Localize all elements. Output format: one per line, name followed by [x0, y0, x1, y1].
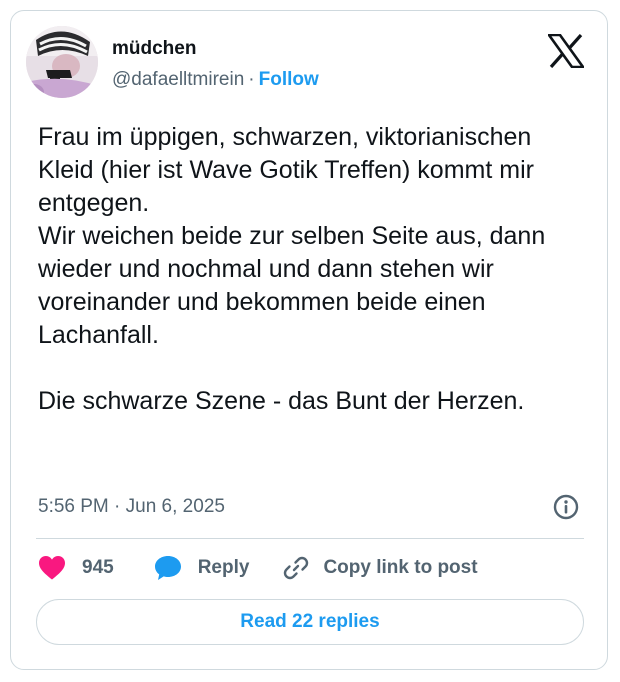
tweet-text: Frau im üppigen, schwarzen, viktorianisc…	[38, 123, 546, 415]
read-replies-label: Read 22 replies	[240, 611, 380, 632]
follow-button[interactable]: Follow	[259, 69, 319, 90]
like-button[interactable]: 945	[38, 555, 154, 581]
copy-link-button[interactable]: Copy link to post	[283, 555, 478, 581]
info-icon[interactable]	[553, 494, 579, 520]
author-handle[interactable]: @dafaelltmirein	[112, 69, 244, 90]
x-logo-icon[interactable]	[547, 33, 585, 69]
copy-link-label: Copy link to post	[323, 557, 478, 578]
link-icon	[283, 555, 309, 581]
speech-bubble-icon	[154, 555, 182, 581]
read-replies-button[interactable]: Read 22 replies	[36, 599, 584, 645]
reply-button[interactable]: Reply	[154, 555, 284, 581]
divider	[36, 538, 584, 539]
like-count: 945	[82, 557, 114, 578]
author-display-name[interactable]: müdchen	[112, 38, 196, 60]
author-meta: @dafaelltmirein · Follow	[112, 69, 319, 91]
action-bar: 945 Reply Copy link to post	[38, 555, 478, 581]
avatar[interactable]	[26, 26, 98, 98]
avatar-image	[26, 26, 98, 98]
reply-label: Reply	[197, 557, 250, 578]
separator-dot: ·	[248, 69, 255, 90]
heart-icon	[38, 555, 66, 581]
tweet-timestamp[interactable]: 5:56 PM · Jun 6, 2025	[38, 496, 225, 518]
